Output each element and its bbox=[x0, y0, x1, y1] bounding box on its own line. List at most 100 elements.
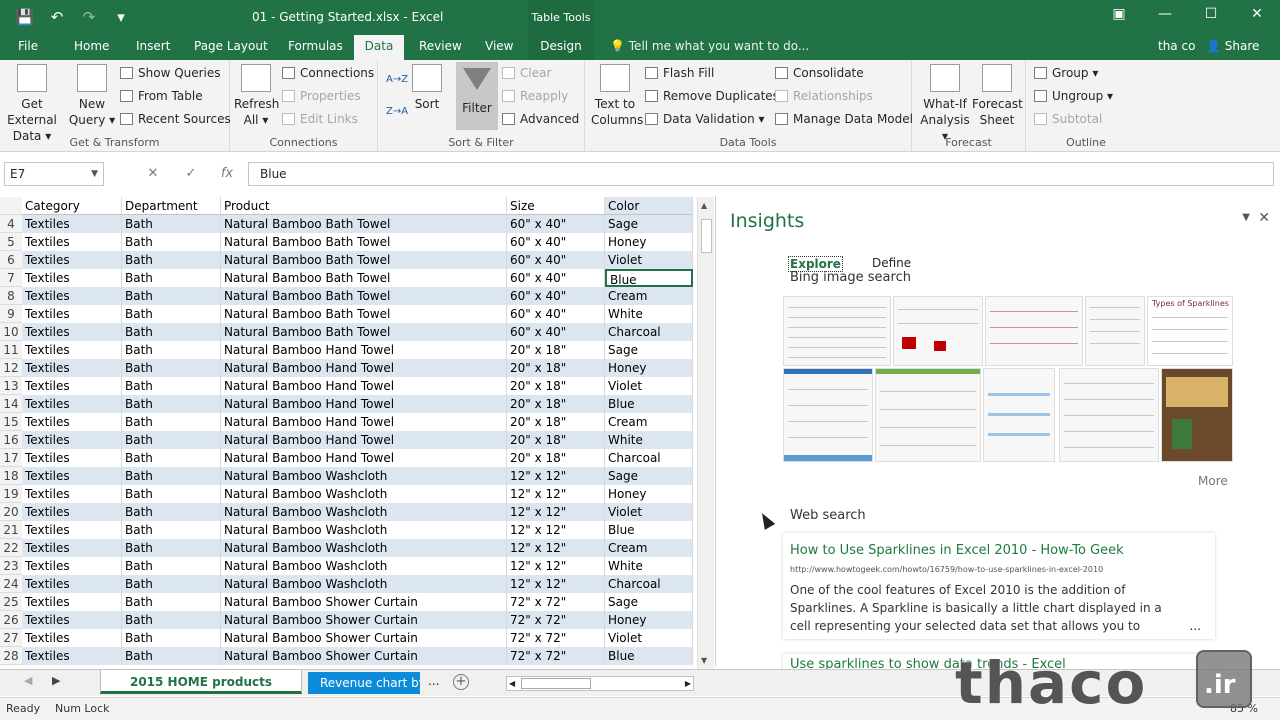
table-cell[interactable]: Violet bbox=[605, 503, 693, 521]
table-cell[interactable]: Cream bbox=[605, 287, 693, 305]
table-cell[interactable]: Textiles bbox=[22, 521, 122, 539]
tab-formulas[interactable]: Formulas bbox=[288, 35, 343, 60]
table-cell[interactable]: Bath bbox=[122, 269, 221, 287]
table-cell[interactable]: 20" x 18" bbox=[507, 341, 605, 359]
table-cell[interactable]: Natural Bamboo Hand Towel bbox=[221, 341, 507, 359]
show-queries-button[interactable]: Show Queries bbox=[120, 65, 221, 81]
table-cell[interactable]: 12" x 12" bbox=[507, 485, 605, 503]
text-to-columns-button[interactable]: Text to Columns bbox=[591, 64, 643, 128]
table-cell[interactable]: Natural Bamboo Shower Curtain bbox=[221, 629, 507, 647]
table-cell[interactable]: Textiles bbox=[22, 629, 122, 647]
row-number[interactable]: 20 bbox=[0, 503, 22, 521]
table-cell[interactable]: Natural Bamboo Washcloth bbox=[221, 575, 507, 593]
maximize-icon[interactable]: ☐ bbox=[1188, 0, 1234, 30]
table-cell[interactable]: Bath bbox=[122, 341, 221, 359]
row-number[interactable]: 14 bbox=[0, 395, 22, 413]
cancel-entry-icon[interactable]: ✕ bbox=[138, 162, 168, 186]
row-number[interactable]: 11 bbox=[0, 341, 22, 359]
table-cell[interactable]: Bath bbox=[122, 395, 221, 413]
table-cell[interactable]: Sage bbox=[605, 467, 693, 485]
customize-qat-icon[interactable]: ▾ bbox=[110, 6, 132, 28]
vertical-scrollbar[interactable]: ▲ ▼ bbox=[697, 197, 714, 669]
sheet-tab-active[interactable]: 2015 HOME products revenue bbox=[100, 670, 302, 713]
tab-view[interactable]: View bbox=[485, 35, 513, 60]
table-cell[interactable]: Textiles bbox=[22, 593, 122, 611]
table-cell[interactable]: Natural Bamboo Washcloth bbox=[221, 467, 507, 485]
ungroup-button[interactable]: Ungroup ▾ bbox=[1034, 88, 1113, 104]
web-result-card[interactable]: How to Use Sparklines in Excel 2010 - Ho… bbox=[783, 533, 1215, 639]
table-cell[interactable]: Natural Bamboo Shower Curtain bbox=[221, 593, 507, 611]
table-cell[interactable]: White bbox=[605, 557, 693, 575]
sort-a-to-z-button[interactable]: A→Z bbox=[386, 72, 408, 88]
table-cell[interactable]: Textiles bbox=[22, 269, 122, 287]
tab-insert[interactable]: Insert bbox=[136, 35, 170, 60]
previous-sheet-icon[interactable]: ◀ bbox=[24, 674, 32, 687]
table-cell[interactable]: 20" x 18" bbox=[507, 359, 605, 377]
table-cell[interactable]: Textiles bbox=[22, 611, 122, 629]
filter-button[interactable]: Filter bbox=[456, 64, 498, 116]
pane-options-icon[interactable]: ▼ bbox=[1242, 212, 1250, 223]
recent-sources-button[interactable]: Recent Sources bbox=[120, 111, 231, 127]
table-cell[interactable]: Bath bbox=[122, 521, 221, 539]
more-sheets-button[interactable]: ... bbox=[428, 674, 439, 688]
vertical-scroll-thumb[interactable] bbox=[701, 219, 712, 253]
row-number[interactable]: 16 bbox=[0, 431, 22, 449]
tab-review[interactable]: Review bbox=[419, 35, 462, 60]
row-number[interactable]: 24 bbox=[0, 575, 22, 593]
row-number[interactable]: 25 bbox=[0, 593, 22, 611]
table-cell[interactable]: Honey bbox=[605, 359, 693, 377]
data-validation-button[interactable]: Data Validation ▾ bbox=[645, 111, 765, 127]
share-button[interactable]: 👤 Share bbox=[1206, 35, 1259, 57]
tab-home[interactable]: Home bbox=[74, 35, 109, 60]
tab-page-layout[interactable]: Page Layout bbox=[194, 35, 268, 60]
image-thumbnail[interactable] bbox=[783, 296, 891, 366]
web-result-title[interactable]: How to Use Sparklines in Excel 2010 - Ho… bbox=[790, 543, 1124, 558]
table-cell[interactable]: 20" x 18" bbox=[507, 377, 605, 395]
table-cell[interactable]: Charcoal bbox=[605, 323, 693, 341]
table-cell[interactable]: Textiles bbox=[22, 341, 122, 359]
tell-me-box[interactable]: 💡 Tell me what you want to do... bbox=[610, 35, 809, 60]
row-number[interactable]: 12 bbox=[0, 359, 22, 377]
table-cell[interactable]: Natural Bamboo Hand Towel bbox=[221, 449, 507, 467]
table-cell[interactable]: Textiles bbox=[22, 575, 122, 593]
table-cell[interactable]: Violet bbox=[605, 377, 693, 395]
row-number[interactable]: 19 bbox=[0, 485, 22, 503]
table-cell[interactable]: Textiles bbox=[22, 431, 122, 449]
user-name[interactable]: tha co bbox=[1158, 35, 1195, 57]
row-number[interactable]: 23 bbox=[0, 557, 22, 575]
redo-icon[interactable]: ↷ bbox=[78, 6, 100, 28]
table-cell[interactable]: Natural Bamboo Hand Towel bbox=[221, 395, 507, 413]
table-cell[interactable]: Textiles bbox=[22, 377, 122, 395]
table-cell[interactable]: Natural Bamboo Shower Curtain bbox=[221, 647, 507, 665]
reapply-button[interactable]: Reapply bbox=[502, 88, 568, 104]
table-cell[interactable]: Natural Bamboo Hand Towel bbox=[221, 377, 507, 395]
table-cell[interactable]: 72" x 72" bbox=[507, 647, 605, 665]
table-cell[interactable]: Bath bbox=[122, 287, 221, 305]
table-cell[interactable]: Textiles bbox=[22, 323, 122, 341]
image-thumbnail[interactable] bbox=[983, 368, 1055, 462]
clear-filter-button[interactable]: Clear bbox=[502, 65, 551, 81]
table-cell[interactable]: 12" x 12" bbox=[507, 557, 605, 575]
remove-duplicates-button[interactable]: Remove Duplicates bbox=[645, 88, 779, 104]
image-thumbnail[interactable] bbox=[875, 368, 981, 462]
row-number[interactable]: 26 bbox=[0, 611, 22, 629]
enter-entry-icon[interactable]: ✓ bbox=[176, 162, 206, 186]
close-icon[interactable]: ✕ bbox=[1234, 0, 1280, 30]
table-cell[interactable]: Textiles bbox=[22, 503, 122, 521]
save-icon[interactable]: 💾 bbox=[14, 6, 36, 28]
row-header-corner[interactable] bbox=[0, 197, 22, 215]
table-cell[interactable]: Natural Bamboo Hand Towel bbox=[221, 359, 507, 377]
table-cell[interactable]: Textiles bbox=[22, 485, 122, 503]
table-cell[interactable]: 12" x 12" bbox=[507, 575, 605, 593]
column-header-cell[interactable]: Category bbox=[22, 197, 122, 215]
table-cell[interactable]: Bath bbox=[122, 539, 221, 557]
table-cell[interactable]: Honey bbox=[605, 611, 693, 629]
table-cell[interactable]: Bath bbox=[122, 467, 221, 485]
table-cell[interactable]: Natural Bamboo Bath Towel bbox=[221, 233, 507, 251]
table-cell[interactable]: Natural Bamboo Bath Towel bbox=[221, 215, 507, 233]
properties-button[interactable]: Properties bbox=[282, 88, 361, 104]
worksheet-grid[interactable]: Category Department Product Size Color 4 Texti… bbox=[0, 197, 697, 669]
horizontal-scrollbar[interactable]: ◀ ▶ bbox=[506, 676, 694, 691]
table-cell[interactable]: Bath bbox=[122, 377, 221, 395]
table-cell[interactable]: Textiles bbox=[22, 305, 122, 323]
